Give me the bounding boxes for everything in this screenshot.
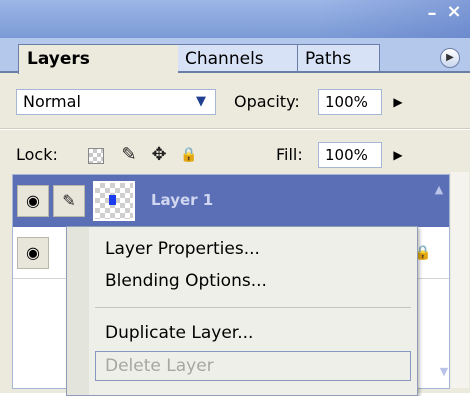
scroll-up-icon[interactable]: ▲ bbox=[429, 175, 449, 227]
paintbrush-icon[interactable]: ✎ bbox=[53, 185, 85, 217]
chevron-down-icon: ▼ bbox=[196, 94, 206, 109]
opacity-input[interactable]: 100% bbox=[318, 89, 382, 115]
opacity-label: Opacity: bbox=[234, 92, 300, 111]
fill-input[interactable]: 100% bbox=[318, 142, 382, 168]
fill-label: Fill: bbox=[276, 145, 303, 164]
transparency-lock-icon[interactable] bbox=[88, 148, 104, 164]
eye-icon[interactable]: ◉ bbox=[17, 185, 49, 217]
move-lock-icon[interactable]: ✥ bbox=[148, 144, 170, 166]
padlock-icon[interactable]: 🔒 bbox=[178, 144, 200, 166]
context-menu: Layer Properties... Blending Options... … bbox=[66, 226, 418, 396]
lock-row: Lock: ✎ ✥ 🔒 Fill: 100% ▶ bbox=[0, 130, 470, 174]
layer-name[interactable]: Layer 1 bbox=[151, 189, 213, 211]
flyout-arrow-icon[interactable]: ▶ bbox=[440, 48, 460, 68]
menu-item-duplicate-layer[interactable]: Duplicate Layer... bbox=[105, 319, 253, 347]
menu-item-blending-options[interactable]: Blending Options... bbox=[105, 267, 267, 295]
blend-row: Normal ▼ Opacity: 100% ▶ bbox=[0, 73, 470, 127]
minimize-button[interactable]: – bbox=[422, 4, 442, 24]
fill-arrow-icon[interactable]: ▶ bbox=[386, 142, 410, 168]
layer-thumbnail bbox=[93, 181, 135, 221]
tab-channels[interactable]: Channels bbox=[176, 44, 298, 72]
menu-separator bbox=[95, 307, 411, 308]
blend-mode-value: Normal bbox=[23, 92, 81, 111]
blend-mode-select[interactable]: Normal ▼ bbox=[16, 89, 216, 115]
close-button[interactable]: × bbox=[444, 2, 464, 22]
tab-layers[interactable]: Layers bbox=[18, 44, 178, 74]
opacity-arrow-icon[interactable]: ▶ bbox=[386, 89, 410, 115]
scrollbar[interactable] bbox=[451, 172, 469, 388]
menu-item-layer-properties[interactable]: Layer Properties... bbox=[105, 235, 260, 263]
eye-icon[interactable]: ◉ bbox=[17, 237, 49, 269]
lock-label: Lock: bbox=[16, 145, 58, 164]
layers-panel: – × Paths Channels Layers ▶ Normal ▼ Opa… bbox=[0, 0, 470, 396]
menu-gutter bbox=[67, 227, 89, 395]
title-bar[interactable]: – × bbox=[0, 0, 470, 38]
menu-item-delete-layer[interactable]: Delete Layer bbox=[105, 352, 214, 380]
scroll-down-icon[interactable]: ▼ bbox=[434, 362, 454, 382]
tab-paths[interactable]: Paths bbox=[296, 44, 380, 72]
brush-lock-icon[interactable]: ✎ bbox=[118, 144, 140, 166]
layer-row-selected[interactable]: ◉ ✎ Layer 1 ▲ bbox=[13, 175, 449, 227]
thumbnail-content bbox=[109, 195, 116, 205]
